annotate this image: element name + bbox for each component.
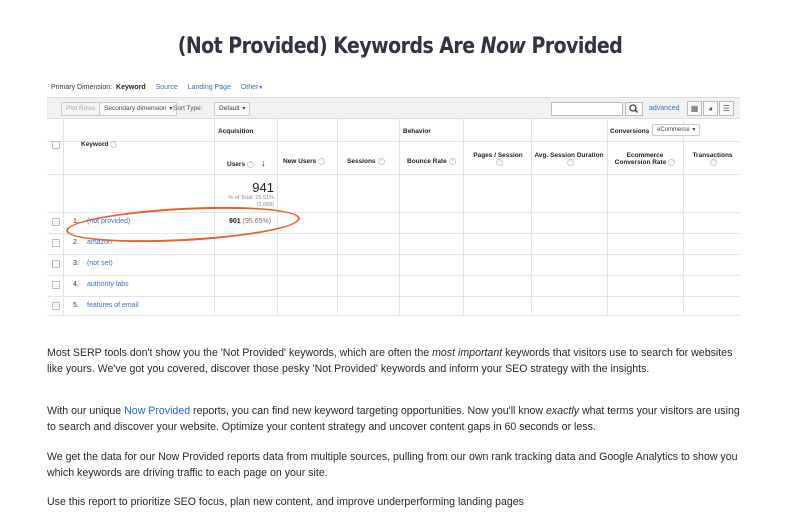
now-provided-paragraph: With our unique Now Provided reports, yo… <box>47 405 740 433</box>
sort-type-dropdown[interactable]: Default ▾ <box>214 102 251 116</box>
question-icon: ? <box>566 159 574 166</box>
caret-down-icon: ▾ <box>242 106 246 112</box>
question-icon: ? <box>377 158 385 165</box>
primary-dimension-selected: Keyword <box>116 84 146 91</box>
row-checkbox[interactable] <box>52 218 60 226</box>
table-search-input[interactable] <box>551 102 623 116</box>
sort-type-label: Sort Type: <box>173 105 203 112</box>
row-checkbox[interactable] <box>52 302 60 310</box>
row-checkbox[interactable] <box>52 260 60 268</box>
data-sources-paragraph: We get the data for our Now Provided rep… <box>47 451 738 479</box>
question-icon: ? <box>668 159 676 166</box>
advanced-filter-link[interactable]: advanced <box>649 105 679 112</box>
new-users-column-header[interactable]: New Users? <box>283 158 326 165</box>
question-icon: ? <box>495 159 503 166</box>
question-icon: ? <box>448 158 456 165</box>
now-provided-link[interactable]: Now Provided <box>124 405 190 417</box>
row-index: 4. <box>73 281 79 288</box>
row-divider <box>47 141 740 142</box>
pages-session-column-header[interactable]: Pages / Session? <box>467 152 529 166</box>
keyword-column-header[interactable]: Keyword? <box>81 141 118 148</box>
report-toolbar: Plot Rows Secondary dimension ▾ Sort Typ… <box>47 97 740 119</box>
row-checkbox[interactable] <box>52 239 60 247</box>
usage-paragraph: Use this report to prioritize SEO focus,… <box>47 496 524 508</box>
question-icon: ? <box>247 160 255 168</box>
dimension-link-landing-page[interactable]: Landing Page <box>188 84 231 91</box>
acquisition-group-header: Acquisition <box>218 128 254 135</box>
ecommerce-conversion-rate-column-header[interactable]: Ecommerce Conversion Rate? <box>609 152 681 166</box>
caret-down-icon: ▾ <box>692 127 696 133</box>
primary-dimension-bar: Primary Dimension: Keyword Source Landin… <box>51 84 262 91</box>
sessions-column-header[interactable]: Sessions? <box>347 158 385 165</box>
primary-dimension-label: Primary Dimension: <box>51 84 113 91</box>
row-index: 3. <box>73 260 79 267</box>
question-icon: ? <box>318 158 326 165</box>
users-column-header[interactable]: Users? ↓ <box>227 158 266 168</box>
table-row: 3. (not set) <box>47 254 740 275</box>
intro-paragraph: Most SERP tools don't show you the 'Not … <box>47 347 733 375</box>
transactions-column-header[interactable]: Transactions? <box>685 152 740 166</box>
bar-view-icon: ☰ <box>722 104 731 113</box>
pie-view-icon: ◕ <box>708 104 713 113</box>
select-all-checkbox[interactable] <box>52 141 60 149</box>
question-icon: ? <box>110 141 118 148</box>
bar-view-button[interactable]: ☰ <box>719 101 734 116</box>
sort-arrow-icon: ↓ <box>261 158 266 168</box>
behavior-group-header: Behavior <box>403 128 431 135</box>
row-index: 5. <box>73 302 79 309</box>
keyword-link[interactable]: (not set) <box>87 259 113 269</box>
row-index: 2. <box>73 239 79 246</box>
keyword-link[interactable]: authority labs <box>87 280 129 290</box>
conversions-type-dropdown[interactable]: eCommerce ▾ <box>652 124 701 136</box>
page-title: (Not Provided) Keywords Are Now Provided <box>177 34 623 59</box>
row-divider <box>47 174 740 175</box>
bounce-rate-column-header[interactable]: Bounce Rate? <box>407 158 456 165</box>
table-row: 5. features of email <box>47 296 740 316</box>
secondary-dimension-dropdown[interactable]: Secondary dimension ▾ <box>99 102 178 116</box>
search-button[interactable] <box>625 102 643 116</box>
keyword-link[interactable]: features of email <box>87 301 139 311</box>
pie-view-button[interactable]: ◕ <box>703 101 718 116</box>
caret-down-icon: ▾ <box>169 106 173 112</box>
grid-view-button[interactable]: ▦ <box>687 101 702 116</box>
analytics-report-panel: Primary Dimension: Keyword Source Landin… <box>47 78 740 316</box>
avg-session-duration-column-header[interactable]: Avg. Session Duration? <box>533 152 605 166</box>
grid-view-icon: ▦ <box>690 104 699 113</box>
table-row: 4. authority labs <box>47 275 740 296</box>
title-emphasis: Now <box>480 34 526 59</box>
search-icon <box>629 104 638 113</box>
question-icon: ? <box>710 159 717 166</box>
users-total-value: 941 <box>252 180 274 195</box>
dimension-link-other[interactable]: Other▾ <box>241 84 263 91</box>
row-checkbox[interactable] <box>52 281 60 289</box>
plot-rows-button[interactable]: Plot Rows <box>61 102 101 116</box>
caret-down-icon: ▾ <box>259 85 263 91</box>
dimension-link-source[interactable]: Source <box>156 84 178 91</box>
conversions-group-header: Conversions <box>610 128 650 135</box>
